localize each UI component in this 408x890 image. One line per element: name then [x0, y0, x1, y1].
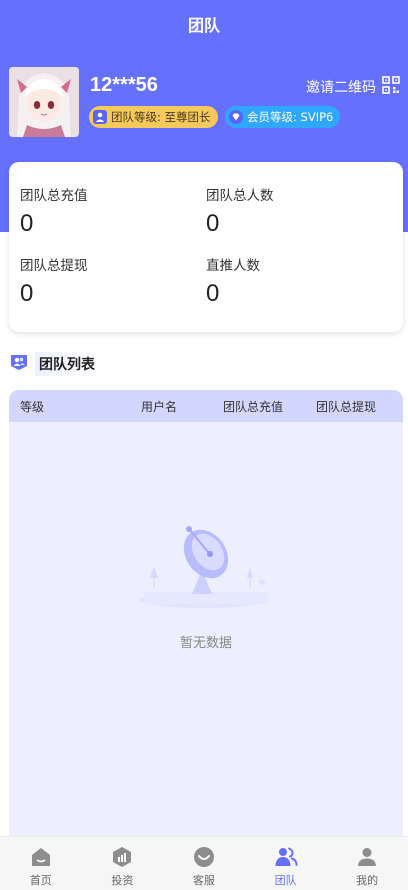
- stat-label: 团队总充值: [20, 188, 88, 204]
- bottom-tab-bar: 首页 投资 客服 团队 我的: [0, 836, 408, 890]
- column-header-team-withdraw: 团队总提现: [316, 399, 377, 414]
- avatar[interactable]: [9, 67, 79, 137]
- team-level-badge: 团队等级: 至尊团长: [89, 106, 218, 128]
- tab-service[interactable]: 客服: [163, 837, 245, 890]
- team-list-header: 团队列表: [9, 352, 99, 376]
- column-header-level: 等级: [20, 399, 45, 414]
- tab-mine[interactable]: 我的: [326, 837, 408, 890]
- stat-value: 0: [20, 210, 34, 237]
- tab-label: 我的: [356, 874, 379, 887]
- team-list-icon: [9, 352, 29, 376]
- stat-team-withdraw: 团队总提现 0: [20, 254, 88, 308]
- page-title: 团队: [187, 16, 220, 35]
- stat-direct-referrals: 直推人数 0: [206, 254, 260, 308]
- invest-icon: [110, 845, 134, 869]
- tab-team[interactable]: 团队: [245, 837, 327, 890]
- empty-state-text: 暂无数据: [179, 636, 232, 651]
- tab-label: 团队: [274, 874, 297, 887]
- stat-value: 0: [206, 210, 220, 237]
- diamond-icon: [229, 110, 243, 124]
- user-icon: [355, 845, 379, 869]
- member-level-text: 会员等级: SVIP6: [247, 110, 334, 124]
- team-icon: [274, 845, 298, 869]
- invite-qrcode-button[interactable]: 邀请二维码: [306, 76, 400, 98]
- team-list-title: 团队列表: [35, 352, 99, 376]
- team-level-text: 团队等级: 至尊团长: [111, 110, 211, 124]
- team-stats-card: 团队总充值 0 团队总人数 0 团队总提现 0 直推人数 0: [9, 162, 403, 332]
- stat-team-size: 团队总人数 0: [206, 184, 274, 238]
- stat-value: 0: [206, 280, 220, 307]
- stat-label: 直推人数: [206, 258, 260, 274]
- tab-invest[interactable]: 投资: [82, 837, 164, 890]
- column-header-username: 用户名: [141, 399, 178, 414]
- member-level-badge: 会员等级: SVIP6: [225, 106, 341, 128]
- team-list-table: 等级 用户名 团队总充值 团队总提现 暂无数据: [9, 390, 403, 836]
- stat-team-recharge: 团队总充值 0: [20, 184, 88, 238]
- tab-home[interactable]: 首页: [0, 837, 82, 890]
- invite-label: 邀请二维码: [306, 80, 376, 96]
- stat-label: 团队总提现: [20, 258, 88, 274]
- column-header-team-recharge: 团队总充值: [223, 399, 284, 414]
- table-header: 等级 用户名 团队总充值 团队总提现: [9, 390, 403, 422]
- team-level-icon: [93, 110, 107, 124]
- qrcode-icon: [382, 76, 400, 98]
- username: 12***56: [90, 74, 158, 96]
- tab-label: 客服: [192, 874, 215, 887]
- tab-label: 投资: [111, 874, 134, 887]
- stat-value: 0: [20, 280, 34, 307]
- service-icon: [192, 845, 216, 869]
- tab-label: 首页: [29, 874, 52, 887]
- empty-satellite-dish-illustration: [134, 518, 284, 622]
- stat-label: 团队总人数: [206, 188, 274, 204]
- home-icon: [29, 845, 53, 869]
